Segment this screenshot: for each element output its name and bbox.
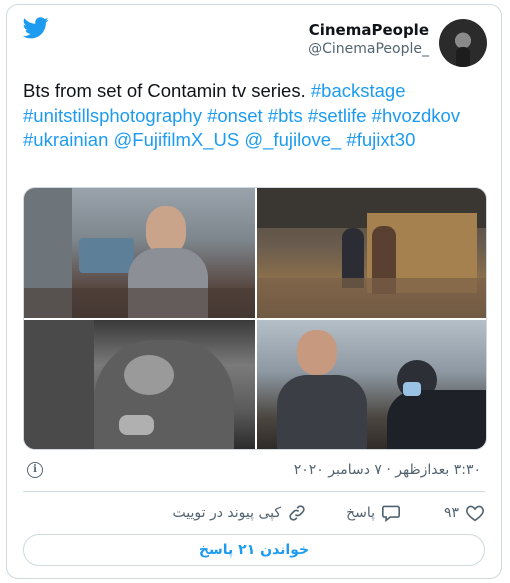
info-icon[interactable]: i xyxy=(27,462,43,478)
hashtag-link[interactable]: #unitstillsphotography xyxy=(23,105,202,126)
read-replies-button[interactable]: خواندن ۲۱ پاسخ xyxy=(23,534,485,566)
hashtag-link[interactable]: @_fujilove_ xyxy=(244,129,341,150)
tweet-text-segment: Bts from set of Contamin tv series. xyxy=(23,80,311,101)
divider xyxy=(23,491,485,492)
reply-bubble-icon xyxy=(381,504,401,522)
tweet-text: Bts from set of Contamin tv series. #bac… xyxy=(23,79,493,153)
hashtag-link[interactable]: #onset xyxy=(207,105,263,126)
copy-link-label: کپی پیوند در توییت xyxy=(172,505,282,521)
user-info[interactable]: CinemaPeople @CinemaPeople_ xyxy=(308,21,429,58)
like-count: ۹۳ xyxy=(443,505,459,521)
hashtag-link[interactable]: #hvozdkov xyxy=(372,105,460,126)
twitter-bird-icon[interactable] xyxy=(22,17,49,39)
timestamp[interactable]: ۳:۳۰ بعدازظهر · ۷ دسامبر ۲۰۲۰ xyxy=(294,462,481,478)
photo-4[interactable] xyxy=(257,320,486,449)
link-icon xyxy=(287,504,307,522)
hashtag-link[interactable]: #setlife xyxy=(308,105,367,126)
copy-link-button[interactable]: کپی پیوند در توییت xyxy=(173,501,308,525)
media-grid xyxy=(23,187,487,450)
reply-button[interactable]: پاسخ xyxy=(346,501,401,525)
user-handle[interactable]: @CinemaPeople_ xyxy=(308,40,429,58)
hashtag-link[interactable]: #bts xyxy=(268,105,303,126)
display-name[interactable]: CinemaPeople xyxy=(308,21,429,40)
photo-3[interactable] xyxy=(24,320,255,449)
action-bar: ۹۳ پاسخ کپی پیوند در توییت xyxy=(23,501,485,527)
like-button[interactable]: ۹۳ xyxy=(444,501,485,525)
tweet-card: CinemaPeople @CinemaPeople_ Bts from set… xyxy=(6,4,502,579)
hashtag-link[interactable]: #ukrainian xyxy=(23,129,108,150)
hashtag-link[interactable]: #backstage xyxy=(311,80,406,101)
photo-2[interactable] xyxy=(257,188,486,318)
reply-label: پاسخ xyxy=(346,505,375,521)
avatar[interactable] xyxy=(439,19,487,67)
heart-icon xyxy=(465,504,485,522)
photo-1[interactable] xyxy=(24,188,255,318)
hashtag-link[interactable]: #fujixt30 xyxy=(346,129,415,150)
hashtag-link[interactable]: @FujifilmX_US xyxy=(114,129,240,150)
